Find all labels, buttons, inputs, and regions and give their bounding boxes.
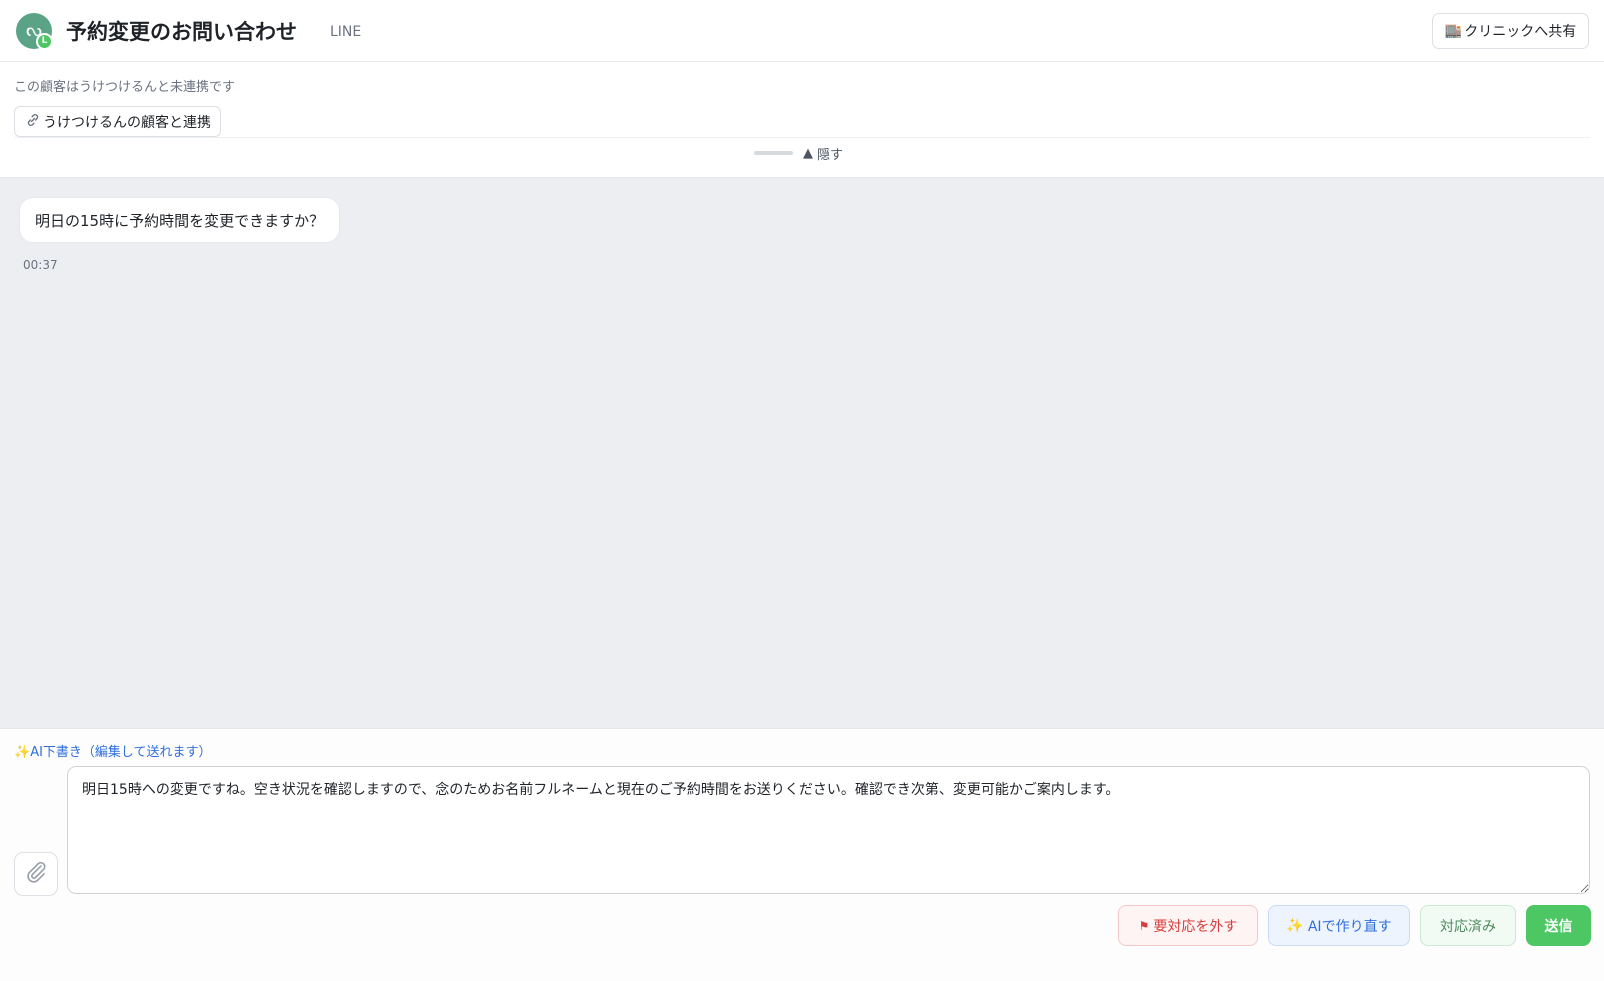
- link-customer-button[interactable]: うけつけるんの顧客と連携: [14, 106, 221, 137]
- chain-link-icon: [25, 112, 41, 132]
- ai-draft-label: ✨AI下書き（編集して送れます）: [14, 741, 212, 760]
- send-label: 送信: [1544, 918, 1573, 935]
- hide-panel-toggle[interactable]: ▲ 隠す: [754, 142, 843, 164]
- draft-textarea[interactable]: 明日15時への変更ですね。空き状況を確認しますので、念のためお名前フルネームと現…: [67, 766, 1590, 894]
- regenerate-label: AIで作り直す: [1307, 918, 1392, 935]
- sparkle-icon: ✨: [14, 745, 31, 760]
- link-button-label: うけつけるんの顧客と連携: [43, 114, 211, 131]
- mark-done-label: 対応済み: [1440, 918, 1496, 935]
- avatar: ᔓ L: [16, 13, 53, 50]
- incoming-message: 明日の15時に予約時間を変更できますか？: [19, 197, 341, 243]
- send-button[interactable]: 送信: [1526, 905, 1591, 946]
- app-window: ᔓ L 予約変更のお問い合わせ LINE 🏬 クリニックへ共有 この顧客はうけつ…: [0, 0, 1604, 981]
- share-button-label: クリニックへ共有: [1464, 24, 1577, 40]
- line-badge-icon: L: [36, 33, 53, 50]
- building-icon: 🏬: [1444, 23, 1463, 39]
- remove-flag-button[interactable]: ⚑ 要対応を外す: [1118, 905, 1258, 946]
- message-timestamp: 00:37: [23, 258, 58, 272]
- hide-label: 隠す: [817, 147, 844, 163]
- unlinked-note: この顧客はうけつけるんと未連携です: [14, 80, 236, 95]
- regenerate-ai-button[interactable]: ✨ AIで作り直す: [1268, 905, 1410, 946]
- triangle-up-icon: ▲: [803, 145, 813, 161]
- attach-button[interactable]: [14, 852, 58, 896]
- divider: [14, 137, 1590, 138]
- reply-composer: ✨AI下書き（編集して送れます） 明日15時への変更ですね。空き状況を確認します…: [0, 728, 1604, 981]
- page-title: 予約変更のお問い合わせ: [66, 20, 297, 44]
- flag-icon: ⚑: [1138, 918, 1150, 933]
- customer-link-panel: この顧客はうけつけるんと未連携です うけつけるんの顧客と連携 ▲ 隠す: [0, 62, 1604, 177]
- share-to-clinic-button[interactable]: 🏬 クリニックへ共有: [1432, 13, 1589, 49]
- conversation-header: ᔓ L 予約変更のお問い合わせ LINE 🏬 クリニックへ共有: [0, 0, 1604, 62]
- paperclip-icon: [23, 859, 49, 889]
- sparkle-icon: ✨: [1286, 917, 1304, 934]
- remove-flag-label: 要対応を外す: [1153, 918, 1238, 935]
- channel-label: LINE: [330, 24, 362, 40]
- ai-draft-label-text: AI下書き（編集して送れます）: [30, 745, 212, 760]
- mark-done-button[interactable]: 対応済み: [1420, 905, 1516, 946]
- drag-handle[interactable]: [754, 151, 793, 155]
- chat-area: 明日の15時に予約時間を変更できますか？ 00:37: [0, 177, 1604, 728]
